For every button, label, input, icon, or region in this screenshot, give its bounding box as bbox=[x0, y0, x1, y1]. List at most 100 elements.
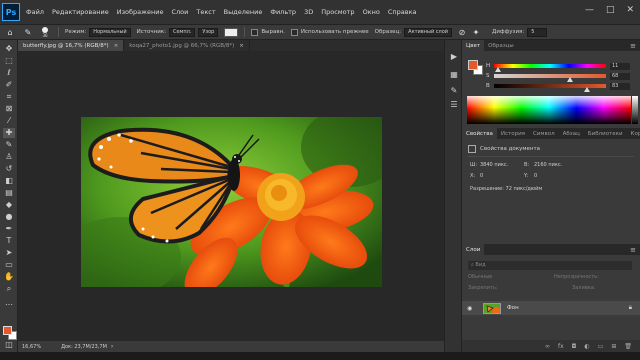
menu-help[interactable]: Справка bbox=[388, 8, 417, 16]
healing-brush-tool-icon[interactable]: ✚ bbox=[3, 128, 15, 138]
tab-history[interactable]: История bbox=[497, 128, 529, 139]
blur-tool-icon[interactable]: ◆ bbox=[3, 200, 15, 210]
status-arrow-icon[interactable]: › bbox=[111, 343, 113, 350]
mask-icon[interactable]: ◘ bbox=[572, 343, 577, 350]
clone-stamp-tool-icon[interactable]: ♙ bbox=[3, 152, 15, 162]
gradient-tool-icon[interactable]: ▤ bbox=[3, 188, 15, 198]
path-select-tool-icon[interactable]: ➤ bbox=[3, 248, 15, 258]
menu-image[interactable]: Изображение bbox=[117, 8, 164, 16]
tab-character[interactable]: Символ bbox=[529, 128, 559, 139]
menu-select[interactable]: Выделение bbox=[224, 8, 263, 16]
eraser-tool-icon[interactable]: ◧ bbox=[3, 176, 15, 186]
hand-tool-icon[interactable]: ✋ bbox=[3, 272, 15, 282]
panel-menu-icon[interactable]: ≡ bbox=[630, 42, 636, 50]
history-brush-tool-icon[interactable]: ↺ bbox=[3, 164, 15, 174]
tab-layers[interactable]: Слои bbox=[462, 244, 485, 255]
maximize-button[interactable]: □ bbox=[606, 5, 615, 15]
hue-slider[interactable]: H 11 bbox=[486, 62, 638, 72]
x-value[interactable]: 0 bbox=[480, 173, 483, 179]
color-swatches[interactable] bbox=[3, 326, 17, 340]
crop-tool-icon[interactable]: ⌗ bbox=[3, 92, 15, 102]
menu-edit[interactable]: Редактирование bbox=[52, 8, 109, 16]
adjustments-icon[interactable]: ☰ bbox=[449, 100, 459, 110]
tab-libraries[interactable]: Библиотеки bbox=[584, 128, 627, 139]
black-white-ramp[interactable] bbox=[632, 96, 638, 124]
color-panel-swatches[interactable] bbox=[468, 60, 483, 75]
histogram-icon[interactable]: ▦ bbox=[449, 70, 459, 80]
sampled-button[interactable]: Семпл. bbox=[168, 27, 196, 37]
brush-size-picker[interactable]: 36 bbox=[38, 26, 52, 38]
tab-color[interactable]: Цвет bbox=[462, 40, 485, 51]
brightness-slider[interactable]: B 83 bbox=[486, 82, 638, 92]
menu-file[interactable]: Файл bbox=[26, 8, 44, 16]
tab-butterfly[interactable]: butterfly.jpg @ 16,7% (RGB/8*) × bbox=[18, 40, 125, 51]
type-tool-icon[interactable]: T bbox=[3, 236, 15, 246]
menu-filter[interactable]: Фильтр bbox=[270, 8, 296, 16]
slider-value[interactable]: 68 bbox=[610, 72, 630, 80]
menu-layers[interactable]: Слои bbox=[171, 8, 188, 16]
dodge-tool-icon[interactable]: ● bbox=[3, 212, 15, 222]
ignore-adjustment-icon[interactable]: ⊘ bbox=[456, 26, 468, 38]
tab-koqa27[interactable]: koqa27_photo1.jpg @ 66,7% (RGB/8*) × bbox=[124, 40, 250, 51]
shape-tool-icon[interactable]: ▭ bbox=[3, 260, 15, 270]
saturation-slider[interactable]: S 68 bbox=[486, 72, 638, 82]
zoom-level[interactable]: 16,67% bbox=[22, 344, 41, 350]
play-icon[interactable]: ▶ bbox=[449, 52, 459, 62]
slider-value[interactable]: 83 bbox=[610, 82, 630, 90]
slider-track[interactable] bbox=[494, 84, 606, 92]
slider-track[interactable] bbox=[494, 64, 606, 72]
fx-icon[interactable]: fx bbox=[558, 343, 564, 350]
close-button[interactable]: ✕ bbox=[626, 5, 634, 15]
aligned-checkbox[interactable] bbox=[251, 28, 259, 36]
layer-filter[interactable]: ⌕ Вид bbox=[468, 261, 632, 270]
close-icon[interactable]: × bbox=[114, 43, 119, 49]
quick-mask-icon[interactable]: ◫ bbox=[3, 340, 15, 350]
more-tools-icon[interactable]: … bbox=[3, 298, 15, 308]
slider-track[interactable] bbox=[494, 74, 606, 82]
close-icon[interactable]: × bbox=[239, 43, 244, 49]
adjust-icon[interactable]: ◐ bbox=[584, 343, 589, 350]
frame-tool-icon[interactable]: ⊠ bbox=[3, 104, 15, 114]
y-value[interactable]: 0 bbox=[534, 173, 537, 179]
trash-icon[interactable]: 🗑︎ bbox=[624, 343, 632, 350]
marquee-tool-icon[interactable]: ⬚ bbox=[3, 56, 15, 66]
lasso-tool-icon[interactable]: ℓ bbox=[3, 68, 15, 78]
healing-brush-icon[interactable]: ✎ bbox=[22, 26, 34, 38]
menu-view[interactable]: Просмотр bbox=[321, 8, 354, 16]
eyedropper-tool-icon[interactable]: ⁄ bbox=[3, 116, 15, 126]
tab-swatches[interactable]: Образцы bbox=[484, 40, 518, 51]
pen-tool-icon[interactable]: ✒ bbox=[3, 224, 15, 234]
sample-select[interactable]: Активный слой bbox=[404, 27, 453, 37]
diffusion-select[interactable]: 5 bbox=[527, 27, 548, 37]
menu-type[interactable]: Текст bbox=[196, 8, 215, 16]
menu-3d[interactable]: 3D bbox=[304, 8, 313, 16]
move-tool-icon[interactable]: ✥ bbox=[3, 44, 15, 54]
brushes-icon[interactable]: ✎ bbox=[449, 86, 459, 96]
new-layer-icon[interactable]: ⊞ bbox=[611, 343, 616, 350]
pattern-swatch[interactable] bbox=[224, 27, 239, 37]
menu-window[interactable]: Окно bbox=[363, 8, 380, 16]
height-value[interactable]: 2160 пикс. bbox=[534, 162, 562, 168]
use-legacy-checkbox[interactable] bbox=[290, 28, 298, 36]
canvas-area[interactable] bbox=[18, 51, 444, 341]
tab-properties[interactable]: Свойства bbox=[462, 128, 497, 139]
folder-icon[interactable]: ▭ bbox=[598, 343, 604, 350]
width-value[interactable]: 3840 пикс. bbox=[480, 162, 508, 168]
tab-paragraph[interactable]: Абзац bbox=[559, 128, 584, 139]
eye-icon[interactable]: ◉ bbox=[467, 305, 477, 312]
mode-select[interactable]: Нормальный bbox=[89, 27, 131, 37]
tab-adjustments[interactable]: Коррекция bbox=[627, 128, 640, 139]
layer-row-background[interactable]: ◉ Фон 🔒︎ bbox=[462, 301, 640, 315]
link-icon[interactable]: ∞ bbox=[545, 343, 550, 350]
layer-name[interactable]: Фон bbox=[507, 305, 519, 311]
pressure-icon[interactable]: ✦ bbox=[470, 26, 482, 38]
minimize-button[interactable]: — bbox=[585, 5, 594, 15]
brush-tool-icon[interactable]: ✎ bbox=[3, 140, 15, 150]
slider-thumb[interactable] bbox=[584, 87, 590, 92]
quick-select-tool-icon[interactable]: ✐ bbox=[3, 80, 15, 90]
blend-mode-select[interactable]: Обычные bbox=[468, 274, 492, 280]
panel-menu-icon[interactable]: ≡ bbox=[630, 246, 636, 254]
slider-value[interactable]: 11 bbox=[610, 62, 630, 70]
home-icon[interactable]: ⌂ bbox=[4, 26, 16, 38]
lock-icon[interactable]: 🔒︎ bbox=[629, 304, 632, 312]
